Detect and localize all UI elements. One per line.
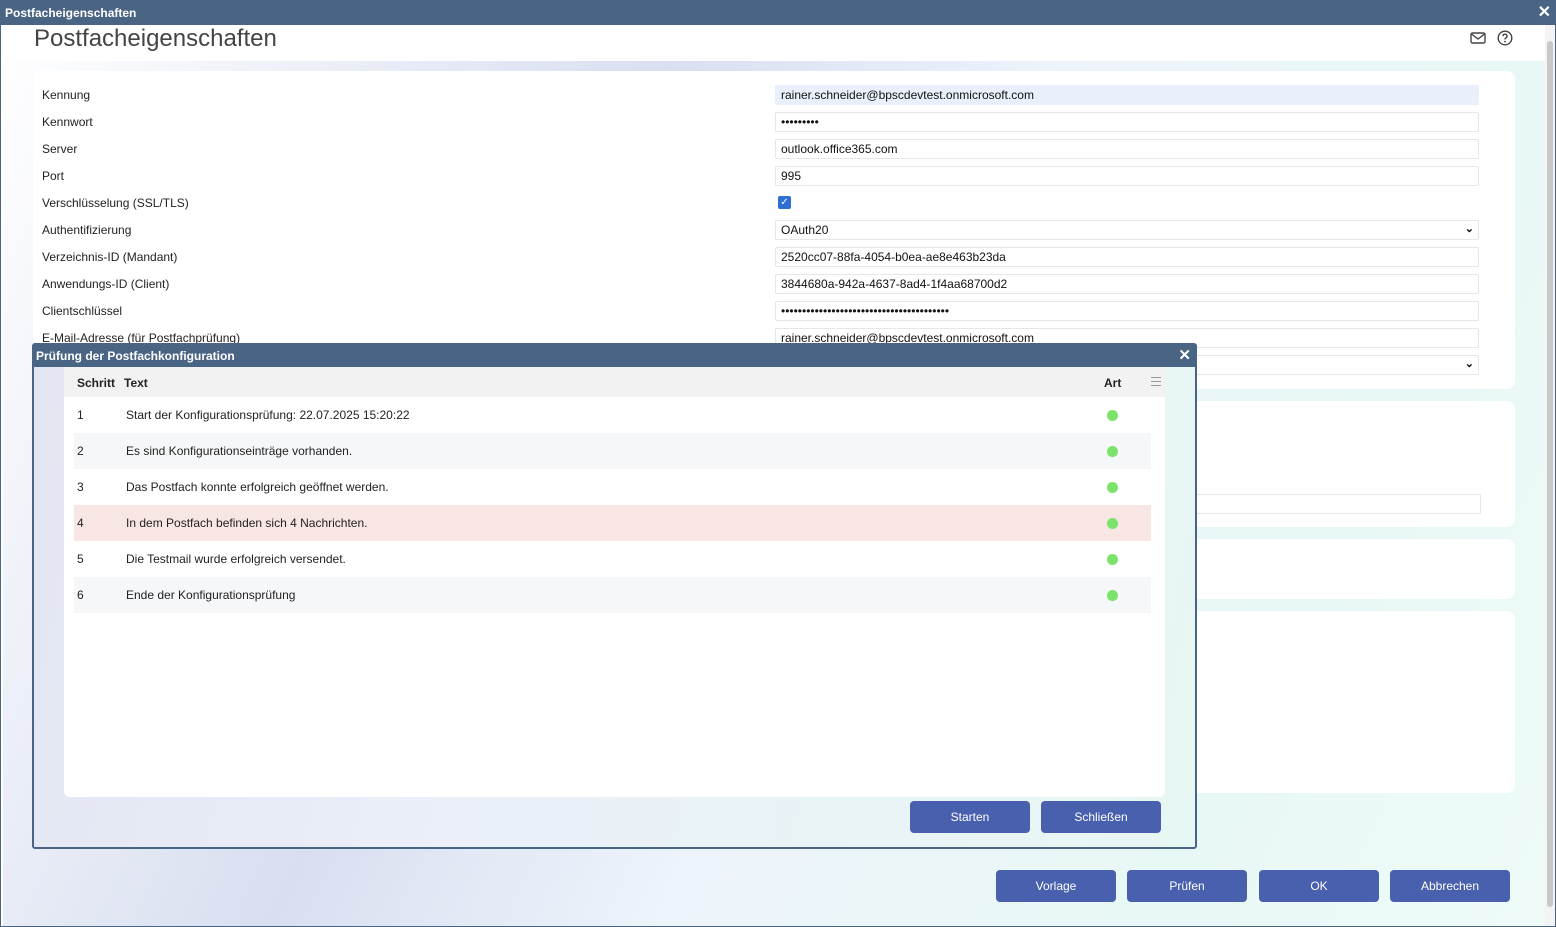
port-field[interactable]: 995 xyxy=(775,166,1479,186)
status-indicator xyxy=(1107,554,1118,565)
window-title: Postfacheigenschaften xyxy=(5,6,137,20)
client-secret-field[interactable]: •••••••••••••••••••••••••••••••••••••••• xyxy=(775,301,1479,321)
close-icon[interactable]: ✕ xyxy=(1538,1,1551,25)
tenant-id-field[interactable]: 2520cc07-88fa-4054-b0ea-ae8e463b23da xyxy=(775,247,1479,267)
row-text: Es sind Konfigurationseinträge vorhanden… xyxy=(126,444,353,458)
chevron-down-icon: ⌄ xyxy=(1464,358,1474,370)
row-step: 1 xyxy=(77,408,84,422)
table-row[interactable]: 5 Die Testmail wurde erfolgreich versend… xyxy=(74,541,1151,577)
check-button[interactable]: Prüfen xyxy=(1127,870,1247,902)
status-indicator xyxy=(1107,518,1118,529)
table-row[interactable]: 3 Das Postfach konnte erfolgreich geöffn… xyxy=(74,469,1151,505)
column-menu-icon[interactable] xyxy=(1151,377,1161,386)
row-step: 3 xyxy=(77,480,84,494)
server-field[interactable]: outlook.office365.com xyxy=(775,139,1479,159)
column-header-type[interactable]: Art xyxy=(1104,376,1121,390)
status-indicator xyxy=(1107,410,1118,421)
mail-icon[interactable] xyxy=(1469,29,1487,47)
scrollbar-thumb[interactable] xyxy=(1547,41,1553,907)
label-tenant-id: Verzeichnis-ID (Mandant) xyxy=(42,250,178,264)
row-text: In dem Postfach befinden sich 4 Nachrich… xyxy=(126,516,368,530)
label-authentication: Authentifizierung xyxy=(42,223,132,237)
client-id-field[interactable]: 3844680a-942a-4637-8ad4-1f4aa68700d2 xyxy=(775,274,1479,294)
chevron-down-icon: ⌄ xyxy=(1464,223,1474,235)
label-client-id: Anwendungs-ID (Client) xyxy=(42,277,170,291)
check-results-grid: Schritt Text Art 1 Start der Konfigurati… xyxy=(64,367,1165,797)
ok-button[interactable]: OK xyxy=(1259,870,1379,902)
row-step: 4 xyxy=(77,516,84,530)
dialog-close-button[interactable]: Schließen xyxy=(1041,801,1161,833)
kennung-field[interactable]: rainer.schneider@bpscdevtest.onmicrosoft… xyxy=(775,85,1479,105)
row-step: 5 xyxy=(77,552,84,566)
window-titlebar: Postfacheigenschaften ✕ xyxy=(1,1,1555,25)
table-row-selected[interactable]: 4 In dem Postfach befinden sich 4 Nachri… xyxy=(74,505,1151,541)
authentication-value: OAuth20 xyxy=(781,223,829,237)
column-header-step[interactable]: Schritt xyxy=(77,376,115,390)
label-kennwort: Kennwort xyxy=(42,115,93,129)
status-indicator xyxy=(1107,446,1118,457)
column-header-text[interactable]: Text xyxy=(124,376,148,390)
mailbox-properties-window: Postfacheigenschaften ✕ Postfacheigensch… xyxy=(0,0,1556,927)
close-icon[interactable]: ✕ xyxy=(1178,345,1191,367)
cancel-button[interactable]: Abbrechen xyxy=(1390,870,1510,902)
label-encryption: Verschlüsselung (SSL/TLS) xyxy=(42,196,189,210)
status-indicator xyxy=(1107,482,1118,493)
start-button[interactable]: Starten xyxy=(910,801,1030,833)
status-indicator xyxy=(1107,590,1118,601)
scrollbar[interactable] xyxy=(1545,25,1555,926)
label-kennung: Kennung xyxy=(42,88,91,102)
row-text: Start der Konfigurationsprüfung: 22.07.2… xyxy=(126,408,410,422)
dialog-titlebar: Prüfung der Postfachkonfiguration ✕ xyxy=(34,345,1195,367)
configuration-check-dialog: Prüfung der Postfachkonfiguration ✕ Schr… xyxy=(32,343,1197,849)
grid-header: Schritt Text Art xyxy=(64,367,1165,397)
table-row[interactable]: 6 Ende der Konfigurationsprüfung xyxy=(74,577,1151,613)
table-row[interactable]: 2 Es sind Konfigurationseinträge vorhand… xyxy=(74,433,1151,469)
template-button[interactable]: Vorlage xyxy=(996,870,1116,902)
row-text: Ende der Konfigurationsprüfung xyxy=(126,588,296,602)
row-text: Die Testmail wurde erfolgreich versendet… xyxy=(126,552,346,566)
row-text: Das Postfach konnte erfolgreich geöffnet… xyxy=(126,480,389,494)
row-step: 2 xyxy=(77,444,84,458)
label-server: Server xyxy=(42,142,78,156)
encryption-checkbox[interactable]: ✓ xyxy=(778,196,791,209)
label-client-secret: Clientschlüssel xyxy=(42,304,123,318)
dialog-title: Prüfung der Postfachkonfiguration xyxy=(36,349,235,363)
row-step: 6 xyxy=(77,588,84,602)
page-title: Postfacheigenschaften xyxy=(34,25,277,52)
label-port: Port xyxy=(42,169,65,183)
table-row[interactable]: 1 Start der Konfigurationsprüfung: 22.07… xyxy=(74,397,1151,433)
help-icon[interactable] xyxy=(1496,29,1514,47)
password-field[interactable]: ••••••••• xyxy=(775,112,1479,132)
authentication-select[interactable]: OAuth20 ⌄ xyxy=(775,220,1479,240)
